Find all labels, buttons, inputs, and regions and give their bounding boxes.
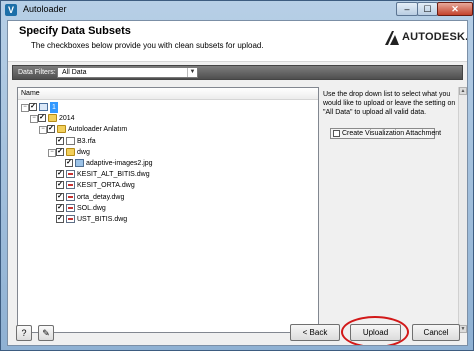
tree-node-label: KESIT_ALT_BITIS.dwg (77, 171, 150, 179)
title-bar[interactable]: V Autoloader – ☐ ✕ (1, 1, 473, 19)
wizard-header: Specify Data Subsets The checkboxes belo… (8, 21, 467, 62)
window-title: Autoloader (23, 4, 67, 14)
collapse-toggle-icon[interactable]: − (30, 115, 38, 124)
file-icon (66, 136, 75, 145)
tree-node-label: B3.rfa (77, 137, 96, 145)
cancel-button[interactable]: Cancel (412, 324, 460, 341)
tree-checkbox[interactable]: ✓ (56, 136, 64, 145)
tree-node-label: adaptive-images2.jpg (86, 160, 153, 167)
collapse-toggle-icon[interactable]: − (48, 148, 56, 157)
autoloader-window: V Autoloader – ☐ ✕ Specify Data Subsets … (0, 0, 474, 351)
help-button[interactable]: ? (16, 325, 32, 341)
tree-node-label: 2014 (59, 115, 75, 123)
dwg-icon (66, 192, 75, 201)
root-icon (39, 103, 48, 111)
tree-checkbox[interactable]: ✓ (56, 192, 64, 201)
upload-highlight-annotation (341, 316, 409, 345)
autodesk-logo: AUTODESK. (385, 30, 467, 46)
dwg-icon (66, 170, 75, 179)
data-filter-value: All Data (62, 69, 87, 76)
back-button[interactable]: < Back (290, 324, 340, 341)
page-title: Specify Data Subsets (19, 25, 131, 37)
collapse-toggle-icon[interactable]: − (21, 104, 29, 112)
dwg-icon (66, 215, 75, 223)
collapse-toggle-icon[interactable]: − (39, 126, 47, 135)
dwg-icon (66, 181, 75, 190)
scroll-down-icon[interactable]: ▼ (459, 325, 467, 333)
tree-checkbox[interactable]: ✓ (56, 215, 64, 223)
dialog-client-area: Specify Data Subsets The checkboxes belo… (7, 20, 468, 346)
minimize-button[interactable]: – (396, 2, 418, 16)
autodesk-logo-text: AUTODESK. (402, 31, 468, 43)
scroll-up-icon[interactable]: ▲ (459, 87, 467, 95)
page-subtitle: The checkboxes below provide you with cl… (31, 41, 264, 50)
tree-node-label: orta_detay.dwg (77, 193, 125, 201)
folder-icon (66, 147, 75, 156)
dwg-icon (66, 203, 75, 212)
tree-checkbox[interactable]: ✓ (29, 103, 37, 111)
autoloader-app-icon: V (5, 4, 17, 16)
create-visualization-label: Create Visualization Attachment (342, 130, 442, 137)
tree-node-label: KESIT_ORTA.dwg (77, 182, 135, 190)
data-filter-dropdown[interactable]: All Data ▼ (57, 67, 198, 78)
maximize-button[interactable]: ☐ (417, 2, 438, 16)
tree-checkbox[interactable]: ✓ (65, 159, 73, 167)
help-text: Use the drop down list to select what yo… (323, 91, 456, 116)
notes-button[interactable]: ✎ (38, 325, 54, 341)
tree-checkbox[interactable]: ✓ (56, 203, 64, 212)
help-icon: ? (21, 328, 27, 338)
tree-checkbox[interactable]: ✓ (56, 181, 64, 190)
chevron-down-icon[interactable]: ▼ (187, 68, 197, 77)
tree-column-header-name[interactable]: Name (18, 88, 318, 100)
vertical-scrollbar[interactable]: ▲ ▼ (458, 87, 467, 333)
tree-node-label: SOL.dwg (77, 204, 106, 212)
autodesk-logo-icon (385, 31, 399, 45)
folder-icon (57, 125, 66, 134)
tree-node-label: UST_BITIS.dwg (77, 216, 128, 223)
tree-checkbox[interactable]: ✓ (56, 147, 64, 156)
notes-icon: ✎ (42, 328, 50, 338)
subset-tree[interactable]: Name − ✓ 1− ✓ 2014− ✓ Autoloader Anlatım ✓ B3.rf… (17, 87, 319, 333)
create-visualization-option[interactable]: Create Visualization Attachment (330, 128, 441, 139)
tree-checkbox[interactable]: ✓ (38, 114, 46, 123)
data-filters-label: Data Filters: (18, 69, 56, 76)
tree-node-label: Autoloader Anlatım (68, 126, 128, 134)
tree-checkbox[interactable]: ✓ (56, 170, 64, 179)
close-button[interactable]: ✕ (437, 2, 473, 16)
folder-icon (48, 114, 57, 123)
tree-node-label: dwg (77, 148, 90, 156)
tree-checkbox[interactable]: ✓ (47, 125, 55, 134)
data-filter-bar: Data Filters: All Data ▼ (12, 65, 463, 80)
create-visualization-checkbox[interactable] (333, 130, 340, 137)
tree-node-label: 1 (50, 102, 58, 113)
image-icon (75, 159, 84, 167)
